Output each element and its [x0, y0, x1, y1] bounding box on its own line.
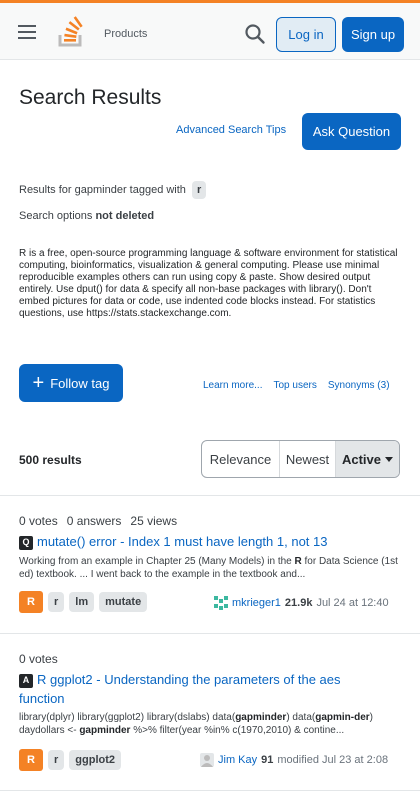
answer-badge-icon: A — [19, 673, 33, 688]
question-stats: 0 votes 0 answers 25 views — [19, 514, 177, 528]
divider — [0, 633, 420, 634]
excerpt-text: Working from an example in Chapter 25 (M… — [19, 556, 295, 567]
user-reputation: 21.9k — [284, 597, 313, 609]
learn-more-link[interactable]: Learn more... — [203, 380, 262, 391]
excerpt-highlight: gapmin-der — [315, 712, 370, 723]
top-users-link[interactable]: Top users — [273, 380, 316, 391]
top-bar: Products Log in Sign up — [0, 0, 420, 60]
user-name[interactable]: mkrieger1 — [232, 597, 281, 609]
sort-relevance-button[interactable]: Relevance — [202, 441, 280, 477]
tag-lm[interactable]: lm — [69, 592, 95, 612]
ask-question-button[interactable]: Ask Question — [302, 113, 401, 150]
results-for-text: Results for gapminder tagged with — [19, 184, 186, 196]
search-options: Search options not deleted — [19, 210, 154, 222]
results-count: 500 results — [19, 453, 82, 467]
user-card: mkrieger1 21.9k Jul 24 at 12:40 — [214, 596, 389, 610]
question-excerpt: Working from an example in Chapter 25 (M… — [19, 555, 399, 581]
search-icon[interactable] — [244, 23, 266, 45]
user-name[interactable]: Jim Kay — [218, 754, 257, 766]
login-button[interactable]: Log in — [276, 17, 336, 52]
tag-r[interactable]: r — [48, 592, 65, 612]
excerpt-highlight: R — [294, 556, 302, 567]
question-title[interactable]: AR ggplot2 - Understanding the parameter… — [19, 670, 369, 708]
answers-count: 0 answers — [66, 514, 122, 528]
tag-r-logo[interactable]: R — [19, 591, 43, 613]
sort-newest-button[interactable]: Newest — [280, 441, 336, 477]
page-title: Search Results — [19, 86, 162, 109]
views-count: 25 views — [130, 514, 178, 528]
question-excerpt: library(dplyr) library(ggplot2) library(… — [19, 711, 399, 737]
tag-mutate[interactable]: mutate — [99, 592, 148, 612]
user-card: Jim Kay 91 modified Jul 23 at 2:08 — [200, 753, 388, 767]
signup-button[interactable]: Sign up — [342, 17, 404, 52]
tag-ggplot2[interactable]: ggplot2 — [69, 750, 121, 770]
excerpt-text: library(dplyr) library(ggplot2) library(… — [19, 712, 236, 723]
votes-count: 0 votes — [19, 652, 58, 666]
search-options-value: not deleted — [95, 210, 155, 222]
question-tags: R r lm mutate — [19, 591, 148, 613]
excerpt-text: %>% filter(year %in% c(1970,2010) & cont… — [130, 725, 345, 736]
question-title[interactable]: Qmutate() error - Index 1 must have leng… — [19, 532, 389, 551]
excerpt-text: ) data( — [286, 712, 316, 723]
post-time[interactable]: Jul 24 at 12:40 — [316, 597, 388, 609]
plus-icon: + — [32, 372, 45, 394]
sort-active-button[interactable]: Active — [336, 441, 399, 477]
sort-button-group: Relevance Newest Active — [201, 440, 400, 478]
products-link[interactable]: Products — [104, 28, 147, 40]
excerpt-highlight: gapminder — [79, 725, 131, 736]
advanced-search-tips-link[interactable]: Advanced Search Tips — [176, 124, 286, 136]
question-title-text[interactable]: mutate() error - Index 1 must have lengt… — [37, 534, 327, 549]
divider — [0, 790, 420, 791]
tag-links: Learn more... Top users Synonyms (3) — [203, 380, 390, 391]
results-for: Results for gapminder tagged with r — [19, 181, 207, 199]
tag-r[interactable]: r — [48, 750, 65, 770]
search-options-label: Search options — [19, 210, 93, 222]
user-reputation: 91 — [261, 754, 274, 766]
question-badge-icon: Q — [19, 535, 33, 550]
tag-description: R is a free, open-source programming lan… — [19, 248, 398, 319]
tag-r[interactable]: r — [191, 181, 207, 199]
chevron-down-icon — [385, 456, 394, 462]
divider — [0, 495, 420, 496]
avatar[interactable] — [200, 753, 214, 767]
post-time[interactable]: modified Jul 23 at 2:08 — [277, 754, 388, 766]
tag-r-logo[interactable]: R — [19, 749, 43, 771]
question-tags: R r ggplot2 — [19, 749, 121, 771]
follow-tag-label: Follow tag — [50, 375, 110, 391]
sort-active-label: Active — [341, 451, 382, 467]
stackoverflow-logo[interactable] — [56, 13, 86, 49]
question-title-text[interactable]: R ggplot2 - Understanding the parameters… — [19, 672, 341, 706]
avatar[interactable] — [214, 596, 228, 610]
question-stats: 0 votes — [19, 652, 58, 666]
votes-count: 0 votes — [19, 514, 58, 528]
follow-tag-button[interactable]: + Follow tag — [19, 364, 123, 402]
synonyms-link[interactable]: Synonyms (3) — [328, 380, 390, 391]
menu-icon[interactable] — [18, 25, 36, 39]
excerpt-highlight: gapminder — [235, 712, 287, 723]
